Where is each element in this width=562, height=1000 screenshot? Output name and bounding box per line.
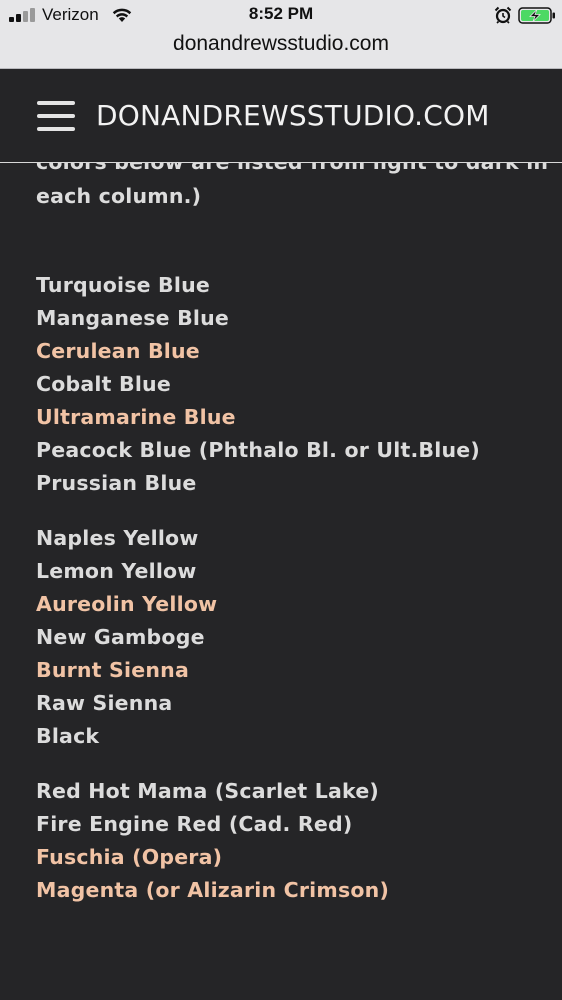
color-item: Fire Engine Red (Cad. Red) [36, 812, 353, 836]
color-item-highlighted: Cerulean Blue [36, 339, 200, 363]
color-item: Prussian Blue [36, 471, 197, 495]
color-item: New Gamboge [36, 625, 205, 649]
color-item: Cobalt Blue [36, 372, 171, 396]
color-item: Peacock Blue (Phthalo Bl. or Ult.Blue) [36, 438, 480, 462]
color-item: Naples Yellow [36, 526, 199, 550]
color-item: Red Hot Mama (Scarlet Lake) [36, 779, 379, 803]
color-item: Raw Sienna [36, 691, 173, 715]
menu-icon[interactable] [37, 101, 75, 131]
color-item-highlighted: Burnt Sienna [36, 658, 189, 682]
color-item: Turquoise Blue [36, 273, 211, 297]
color-item: Manganese Blue [36, 306, 230, 330]
color-item-highlighted: Fuschia (Opera) [36, 845, 223, 869]
site-title[interactable]: DONANDREWSSTUDIO.COM [96, 99, 490, 132]
color-item-highlighted: Magenta (or Alizarin Crimson) [36, 878, 390, 902]
color-item-highlighted: Aureolin Yellow [36, 592, 218, 616]
intro-text-line-2: each column.) [36, 184, 202, 208]
site-header: DONANDREWSSTUDIO.COM [0, 69, 562, 163]
color-item-highlighted: Ultramarine Blue [36, 405, 236, 429]
color-item: Lemon Yellow [36, 559, 197, 583]
color-item: Black [36, 724, 100, 748]
